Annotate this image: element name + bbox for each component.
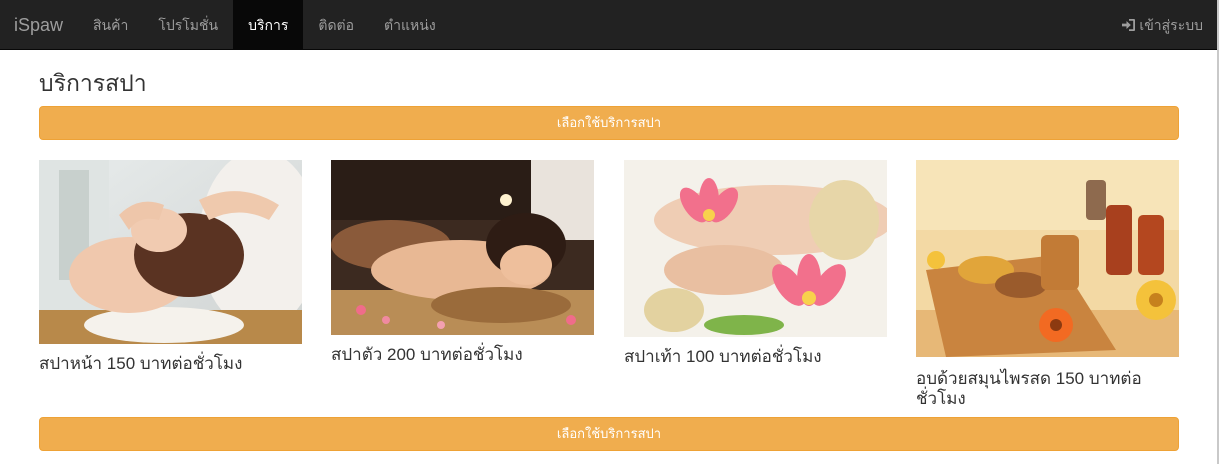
foot-spa-photo: [624, 160, 887, 337]
service-caption-body: สปาตัว 200 บาทต่อชั่วโมง: [331, 345, 523, 364]
select-spa-service-button-top[interactable]: เลือกใช้บริการสปา: [39, 106, 1179, 140]
herbal-steam-photo: [916, 160, 1179, 357]
login-link[interactable]: เข้าสู่ระบบ: [1121, 0, 1203, 50]
service-card-body: สปาตัว 200 บาทต่อชั่วโมง: [331, 160, 594, 365]
nav-item-products[interactable]: สินค้า: [78, 0, 143, 50]
service-caption-facial: สปาหน้า 150 บาทต่อชั่วโมง: [39, 354, 243, 373]
nav-item-location[interactable]: ตำแหน่ง: [369, 0, 451, 50]
select-spa-service-button-bottom[interactable]: เลือกใช้บริการสปา: [39, 417, 1179, 451]
brand-logo[interactable]: iSpaw: [14, 0, 63, 50]
nav-item-promotions[interactable]: โปรโมชั่น: [143, 0, 233, 50]
body-spa-photo: [331, 160, 594, 335]
login-label: เข้าสู่ระบบ: [1139, 17, 1203, 33]
nav-item-services[interactable]: บริการ: [233, 0, 304, 50]
nav-item-contact[interactable]: ติดต่อ: [303, 0, 369, 50]
service-caption-foot: สปาเท้า 100 บาทต่อชั่วโมง: [624, 347, 822, 366]
service-card-facial: สปาหน้า 150 บาทต่อชั่วโมง: [39, 160, 302, 374]
service-caption-herbal: อบด้วยสมุนไพรสด 150 บาทต่อชั่วโมง: [916, 369, 1142, 408]
main-nav: สินค้า โปรโมชั่น บริการ ติดต่อ ตำแหน่ง: [78, 0, 451, 50]
sign-in-icon: [1121, 18, 1136, 32]
service-card-foot: สปาเท้า 100 บาทต่อชั่วโมง: [624, 160, 887, 367]
service-card-herbal: อบด้วยสมุนไพรสด 150 บาทต่อชั่วโมง: [916, 160, 1179, 409]
top-navbar: iSpaw สินค้า โปรโมชั่น บริการ ติดต่อ ตำแ…: [0, 0, 1217, 50]
facial-spa-photo: [39, 160, 302, 344]
page-title: บริการสปา: [39, 70, 147, 96]
